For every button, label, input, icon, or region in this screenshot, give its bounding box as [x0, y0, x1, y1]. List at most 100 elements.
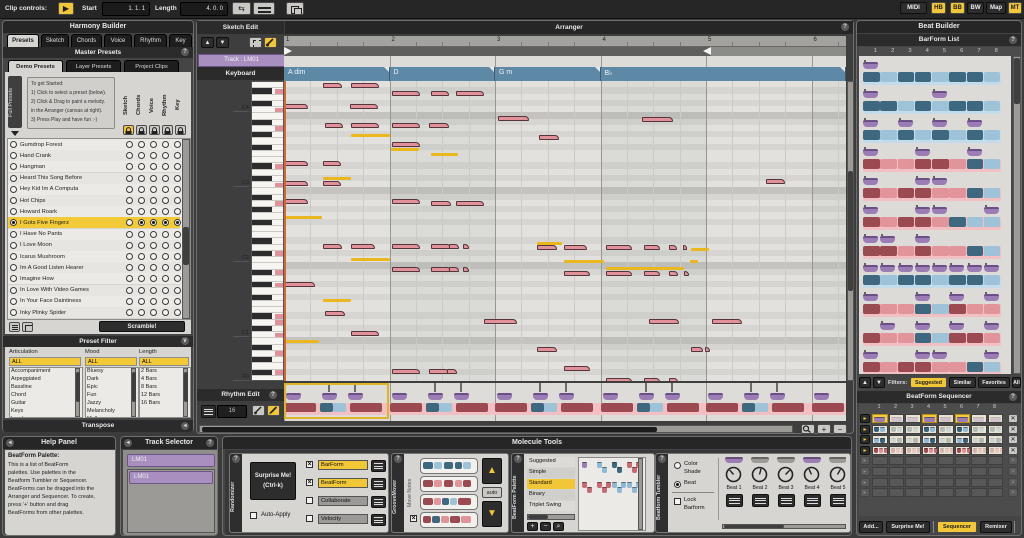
preset-radio[interactable]	[10, 275, 17, 282]
tumbler-chip-4[interactable]	[803, 457, 821, 463]
midi-note[interactable]	[392, 267, 420, 272]
barform-row[interactable]	[863, 118, 1003, 144]
seq-cell[interactable]	[889, 414, 905, 423]
track-selector-collapse-icon[interactable]: ◂	[124, 439, 132, 447]
preset-col-radio[interactable]	[162, 242, 169, 249]
preset-col-radio[interactable]	[162, 141, 169, 148]
midi-note[interactable]	[642, 117, 673, 122]
seq-cell[interactable]	[938, 488, 954, 497]
seq-cell[interactable]	[889, 456, 905, 465]
seq-cell[interactable]	[889, 425, 905, 434]
loop-bar[interactable]	[284, 47, 846, 56]
seq-cell[interactable]	[988, 467, 1004, 476]
add-button[interactable]: Add...	[859, 521, 883, 533]
seq-cell[interactable]	[955, 446, 971, 455]
timeline-ruler[interactable]: 123456	[284, 36, 846, 47]
palette-chip-cluster[interactable]	[597, 482, 610, 494]
sketch-line[interactable]	[351, 134, 390, 137]
seq-cell[interactable]	[955, 467, 971, 476]
palette-chip-cluster[interactable]	[612, 462, 625, 474]
preset-col-radio[interactable]	[162, 208, 169, 215]
midi-note[interactable]	[449, 244, 459, 249]
zoom-out-button[interactable]: −	[833, 424, 847, 434]
filter-option[interactable]: Accompaniment	[11, 368, 50, 374]
sketch-line[interactable]	[323, 177, 351, 180]
preset-row[interactable]: In Your Face Daintiness	[8, 296, 180, 308]
filter-selected-mood[interactable]: ALL	[85, 357, 137, 366]
preset-radio[interactable]	[10, 175, 17, 182]
preset-col-radio[interactable]	[174, 242, 181, 249]
midi-note[interactable]	[284, 104, 308, 109]
midi-note[interactable]	[683, 245, 687, 250]
filter-option[interactable]: 8 Bars	[141, 384, 157, 390]
length-field[interactable]: 4. 0. 0	[180, 2, 228, 16]
preset-col-radio[interactable]	[138, 231, 145, 238]
midi-note[interactable]	[392, 123, 420, 128]
palette-chip-cluster[interactable]	[582, 462, 595, 474]
filter-button-suggested[interactable]: Suggested	[910, 377, 947, 388]
preset-col-radio[interactable]	[162, 175, 169, 182]
barform-vscroll-thumb[interactable]	[1014, 58, 1020, 104]
piano-key-F0[interactable]	[252, 376, 284, 381]
sketch-line[interactable]	[284, 216, 322, 219]
preset-col-radio[interactable]	[174, 208, 181, 215]
preset-col-radio[interactable]	[174, 253, 181, 260]
subtab-layer-presets[interactable]: Layer Presets	[66, 60, 121, 72]
midi-note[interactable]	[564, 245, 587, 250]
barform-row[interactable]	[863, 350, 1003, 374]
sketch-line[interactable]	[690, 260, 698, 263]
sketch-line[interactable]	[606, 267, 684, 270]
sketch-line[interactable]	[691, 248, 709, 251]
piano-roll-canvas[interactable]	[284, 81, 846, 381]
midi-note[interactable]	[649, 319, 679, 324]
beat-knob-5[interactable]	[829, 466, 846, 483]
arrangement-lane[interactable]	[284, 56, 846, 67]
preset-row[interactable]: I Have No Pants	[8, 229, 180, 241]
preset-col-radio[interactable]	[126, 275, 133, 282]
seq-cell[interactable]	[938, 435, 954, 444]
zoom-in-button[interactable]: +	[817, 424, 831, 434]
preset-col-radio[interactable]	[138, 197, 145, 204]
barform-row[interactable]	[863, 205, 1003, 231]
preset-col-radio[interactable]	[174, 275, 181, 282]
midi-note[interactable]	[392, 199, 420, 204]
preset-radio[interactable]	[10, 208, 17, 215]
seq-cell[interactable]	[905, 425, 921, 434]
seq-clear-button-4[interactable]: ✕	[1008, 446, 1018, 455]
preset-radio[interactable]	[10, 287, 17, 294]
barform-row[interactable]	[863, 321, 1003, 347]
seq-cell[interactable]	[971, 425, 987, 434]
lock-button-rhythm[interactable]	[162, 125, 173, 135]
seq-cell[interactable]	[889, 446, 905, 455]
preset-col-radio[interactable]	[174, 163, 181, 170]
arranger-track-bar[interactable]: Track : LM01	[198, 54, 285, 67]
seq-cell[interactable]	[938, 446, 954, 455]
lock-button-chords[interactable]	[136, 125, 147, 135]
midi-note[interactable]	[644, 271, 660, 276]
preset-row[interactable]: Hot Chips	[8, 195, 180, 207]
seq-cell[interactable]	[971, 414, 987, 423]
barform-row[interactable]	[863, 176, 1003, 202]
seq-clear-button-7[interactable]: ✕	[1008, 478, 1018, 487]
paint-brush-button[interactable]	[264, 37, 277, 48]
midi-note[interactable]	[350, 104, 378, 109]
preset-col-radio[interactable]	[162, 298, 169, 305]
preset-row[interactable]: Imagine How	[8, 273, 180, 285]
filter-selected-length[interactable]: ALL	[139, 357, 189, 366]
seq-cell[interactable]	[872, 467, 888, 476]
seq-cell[interactable]	[922, 414, 938, 423]
preset-col-radio[interactable]	[126, 253, 133, 260]
seq-cell[interactable]	[872, 478, 888, 487]
beat-list-button-4[interactable]	[804, 494, 821, 507]
midi-note[interactable]	[323, 181, 341, 186]
randomizer-help-icon[interactable]: ?	[232, 455, 240, 463]
beat-radio[interactable]	[674, 481, 681, 488]
chord-block[interactable]: A dim	[284, 67, 390, 81]
zoom-tool-button[interactable]	[801, 424, 815, 434]
randomize-target-velocity[interactable]: Velocity	[318, 514, 368, 524]
tumbler-chip-5[interactable]	[829, 457, 846, 463]
filter-option[interactable]: Chord	[11, 392, 26, 398]
randomize-checkbox-barform[interactable]: ×	[306, 461, 313, 468]
preset-col-radio[interactable]	[162, 309, 169, 316]
randomize-list-button[interactable]	[371, 496, 386, 508]
